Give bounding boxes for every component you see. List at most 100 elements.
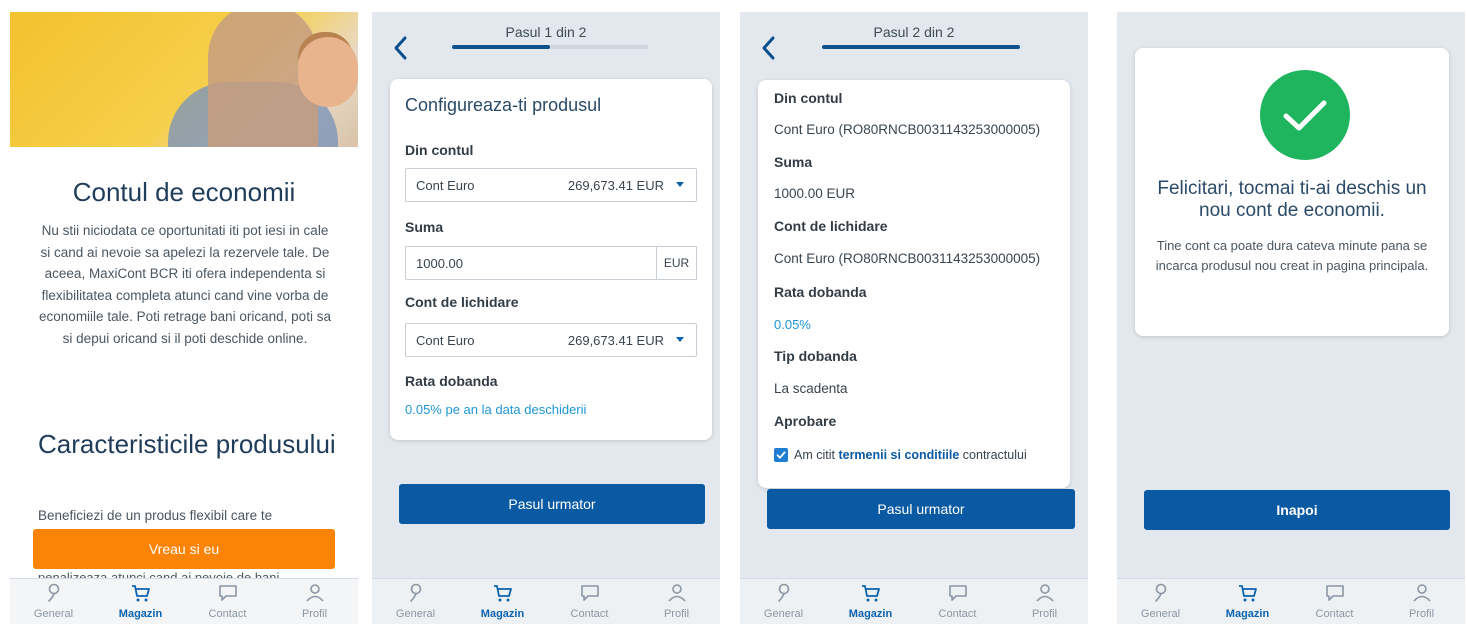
nav-item-contact[interactable]: Contact [555, 583, 625, 620]
nav-item-label: Contact [1315, 608, 1354, 620]
location-pin-icon [1150, 583, 1172, 608]
cart-icon [492, 583, 514, 608]
nav-item-label: Magazin [848, 608, 893, 620]
nav-item-label: Magazin [1225, 608, 1270, 620]
next-step-button[interactable]: Pasul urmator [767, 489, 1075, 529]
card-title: Configureaza-ti produsul [405, 95, 602, 115]
interest-rate-value: 0.05% [774, 317, 811, 332]
checkmark-icon [776, 451, 786, 459]
configure-product-screen: Pasul 1 din 2 Configureaza-ti produsul D… [372, 12, 720, 624]
step-progress-bar [822, 45, 1020, 49]
step-indicator: Pasul 2 din 2 [873, 24, 955, 40]
product-description: Nu stii niciodata ce oportunitati iti po… [39, 223, 331, 346]
nav-item-label: Profil [663, 608, 690, 620]
terms-checkbox[interactable] [774, 447, 788, 462]
nav-item-contact[interactable]: Contact [1300, 583, 1370, 620]
nav-item-label: Profil [301, 608, 328, 620]
settlement-account-select[interactable]: Cont Euro 269,673.41 EUR [405, 323, 697, 357]
cart-icon [1237, 583, 1259, 608]
nav-item-label: General [763, 608, 804, 620]
nav-item-general[interactable]: General [381, 583, 451, 620]
nav-item-magazin[interactable]: Magazin [1213, 583, 1283, 620]
nav-item-general[interactable]: General [19, 583, 89, 620]
terms-approval-row: Am citit termenii si conditiile contract… [774, 446, 1027, 464]
review-card: Din contul Cont Euro (RO80RNCB0031143253… [758, 80, 1070, 488]
want-it-button[interactable]: Vreau si eu [33, 529, 335, 569]
location-pin-icon [43, 583, 65, 608]
from-account-value: Cont Euro (RO80RNCB0031143253000005) [774, 122, 1041, 137]
from-account-amount: 269,673.41 EUR [567, 177, 664, 193]
nav-item-label: General [33, 608, 74, 620]
location-pin-icon [405, 583, 427, 608]
interest-type-value: La scadenta [774, 381, 848, 396]
step-progress-bar [452, 45, 648, 49]
success-title: Felicitari, tocmai ti-ai deschis un nou … [1157, 178, 1427, 221]
nav-item-profil[interactable]: Profil [280, 583, 350, 620]
from-account-value: Cont Euro [416, 177, 475, 193]
success-check-icon [1260, 70, 1350, 160]
configure-card: Configureaza-ti produsul Din contul Cont… [390, 79, 712, 440]
nav-item-general[interactable]: General [1126, 583, 1196, 620]
hero-image [10, 12, 358, 147]
product-intro-screen: Contul de economii Nu stii niciodata ce … [10, 12, 358, 624]
from-account-label: Din contul [405, 142, 474, 158]
location-pin-icon [773, 583, 795, 608]
chat-bubble-icon [579, 583, 601, 608]
from-account-label: Din contul [774, 90, 843, 106]
dropdown-caret-icon [676, 182, 684, 187]
settlement-account-label: Cont de lichidare [774, 218, 888, 234]
nav-item-profil[interactable]: Profil [642, 583, 712, 620]
interest-rate-value: 0.05% pe an la data deschiderii [405, 402, 587, 417]
step-indicator: Pasul 1 din 2 [505, 24, 587, 40]
amount-currency: EUR [657, 246, 697, 280]
nav-item-label: Contact [570, 608, 609, 620]
back-button[interactable]: Inapoi [1144, 490, 1450, 530]
nav-item-profil[interactable]: Profil [1387, 583, 1457, 620]
approval-label: Aprobare [774, 413, 837, 429]
settlement-account-value: Cont Euro [416, 332, 475, 348]
nav-item-label: Contact [938, 608, 977, 620]
chat-bubble-icon [1324, 583, 1346, 608]
dropdown-caret-icon [676, 337, 684, 342]
nav-item-magazin[interactable]: Magazin [836, 583, 906, 620]
features-text: Beneficiezi de un produs flexibil care t… [38, 508, 273, 523]
cart-icon [860, 583, 882, 608]
nav-item-magazin[interactable]: Magazin [106, 583, 176, 620]
amount-label: Suma [405, 219, 444, 235]
nav-item-label: Magazin [480, 608, 525, 620]
next-step-button[interactable]: Pasul urmator [399, 484, 705, 524]
nav-item-contact[interactable]: Contact [193, 583, 263, 620]
success-message: Tine cont ca poate dura cateva minute pa… [1155, 238, 1429, 273]
interest-type-label: Tip dobanda [774, 348, 857, 364]
nav-item-label: Profil [1031, 608, 1058, 620]
amount-field: 1000.00 EUR [405, 246, 697, 280]
nav-item-profil[interactable]: Profil [1010, 583, 1080, 620]
user-icon [666, 583, 688, 608]
amount-value: 1000.00 EUR [774, 186, 856, 201]
terms-link[interactable]: termenii si conditiile [838, 448, 959, 462]
interest-rate-label: Rata dobanda [774, 284, 867, 300]
nav-item-label: General [1140, 608, 1181, 620]
page-title: Contul de economii [72, 177, 296, 207]
settlement-account-value: Cont Euro (RO80RNCB0031143253000005) [774, 251, 1041, 266]
chat-bubble-icon [217, 583, 239, 608]
nav-item-label: Profil [1408, 608, 1435, 620]
from-account-select[interactable]: Cont Euro 269,673.41 EUR [405, 168, 697, 202]
nav-item-label: Contact [208, 608, 247, 620]
amount-input[interactable]: 1000.00 [405, 246, 657, 280]
nav-item-magazin[interactable]: Magazin [468, 583, 538, 620]
cart-icon [130, 583, 152, 608]
amount-label: Suma [774, 154, 813, 170]
settlement-account-label: Cont de lichidare [405, 294, 519, 310]
success-card: Felicitari, tocmai ti-ai deschis un nou … [1135, 48, 1449, 336]
features-heading: Caracteristicile produsului [38, 429, 336, 459]
chat-bubble-icon [947, 583, 969, 608]
nav-item-contact[interactable]: Contact [923, 583, 993, 620]
nav-item-label: General [395, 608, 436, 620]
user-icon [1034, 583, 1056, 608]
nav-item-label: Magazin [118, 608, 163, 620]
bottom-nav: General Magazin Contact Profil [1117, 578, 1465, 624]
bottom-nav: General Magazin Contact Profil [10, 578, 358, 624]
user-icon [304, 583, 326, 608]
nav-item-general[interactable]: General [749, 583, 819, 620]
